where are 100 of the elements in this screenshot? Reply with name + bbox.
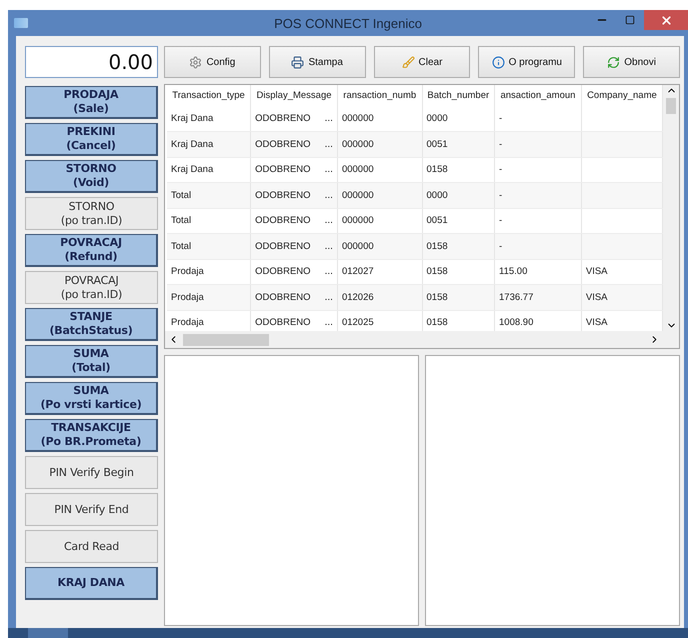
table-cell: - [499,240,502,252]
table-cell: 000000 [342,113,374,124]
table-row[interactable]: Kraj Dana ODOBRENO ... 000000 0158 - [167,157,662,182]
table-cell: Kraj Dana [171,138,214,150]
column-header[interactable]: Company_name [581,85,662,106]
action-button[interactable]: STORNO (Void) [25,160,158,193]
scroll-thumb[interactable] [666,98,676,114]
table-row[interactable]: Prodaja ODOBRENO ... 012027 0158 115.00 VISA [167,259,662,284]
table-cell: VISA [586,266,608,278]
table-cell: ODOBRENO [255,138,311,150]
table-row[interactable]: Total ODOBRENO ... 000000 0051 - [167,208,662,234]
table-row[interactable]: Prodaja ODOBRENO ... 012025 0158 1008.90 VISA [167,310,662,331]
action-button[interactable]: PRODAJA (Sale) [25,86,158,119]
table-cell: ODOBRENO [255,292,311,303]
table-cell: 0158 [426,240,448,252]
table-cell: 0158 [426,164,448,176]
table-cell: ODOBRENO [255,113,311,124]
details-button[interactable]: ... [324,317,333,328]
table-cell: 012026 [342,292,374,303]
table-cell: 0000 [426,190,448,201]
details-button[interactable]: ... [324,164,333,176]
table-cell: ODOBRENO [255,190,311,201]
table-cell: 0051 [426,138,448,150]
maximize-icon [625,15,635,25]
table-cell: 115.00 [499,266,528,278]
details-button[interactable]: ... [324,190,333,201]
table-cell: VISA [586,317,608,328]
table-cell: 0000 [426,113,448,124]
window-title: POS CONNECT Ingenico [273,16,423,30]
details-button[interactable]: ... [324,138,333,150]
table-cell: Total [171,240,192,252]
table-cell: - [499,164,502,176]
toolbar-button[interactable]: Stampa [268,46,366,78]
action-button[interactable]: PREKINI (Cancel) [25,123,158,156]
action-button[interactable]: PIN Verify Begin [25,456,158,489]
toolbar-button[interactable]: Clear [374,46,470,78]
details-button[interactable]: ... [324,215,333,226]
table-row[interactable]: Kraj Dana ODOBRENO ... 000000 0000 - [167,106,662,132]
table-cell: VISA [586,292,608,303]
table-cell: 012025 [342,317,374,328]
gear-icon [189,56,202,68]
close-icon [660,14,672,26]
table-cell: - [499,113,502,124]
action-button[interactable]: SUMA (Po vrsti kartice) [25,382,158,415]
column-header[interactable]: Display_Message [250,85,338,106]
toolbar-button[interactable]: O programu [478,46,576,78]
details-button[interactable]: ... [324,240,333,252]
table-cell: Kraj Dana [171,113,214,124]
action-button[interactable]: TRANSAKCIJE (Po BR.Prometa) [25,419,158,452]
table-cell: - [499,138,502,150]
table-cell: 1736.77 [499,292,534,303]
action-button[interactable]: Card Read [25,530,158,563]
table-cell: Kraj Dana [171,164,214,176]
table-cell: Prodaja [171,292,204,303]
table-cell: 0158 [426,292,448,303]
details-button[interactable]: ... [324,266,333,278]
action-button[interactable]: POVRACAJ (Refund) [25,234,158,267]
table-row[interactable]: Total ODOBRENO ... 000000 0000 - [167,182,662,208]
table-cell: - [499,190,502,201]
table-cell: 012027 [342,266,374,278]
table-cell: 000000 [342,190,374,201]
column-header[interactable]: ansaction_amoun [494,85,582,106]
table-cell: 0158 [426,317,448,328]
scroll-thumb[interactable] [183,334,269,346]
toolbar-button[interactable]: Config [164,46,261,78]
table-cell: ODOBRENO [255,164,311,176]
table-cell: ODOBRENO [255,317,311,328]
table-cell: ODOBRENO [255,215,311,226]
amount-field[interactable]: 0.00 [25,46,158,78]
details-button[interactable]: ... [324,113,333,124]
info-icon [492,56,505,68]
action-button[interactable]: KRAJ DANA [25,567,158,600]
table-cell: Prodaja [171,266,204,278]
action-button[interactable]: STORNO (po tran.ID) [25,197,158,230]
table-row[interactable]: Prodaja ODOBRENO ... 012026 0158 1736.77 VISA [167,284,662,310]
table-cell: ODOBRENO [255,240,311,252]
table-cell: 000000 [342,240,374,252]
table-row[interactable]: Kraj Dana ODOBRENO ... 000000 0051 - [167,132,662,157]
table-cell: 000000 [342,164,374,176]
action-button[interactable]: POVRACAJ (po tran.ID) [25,271,158,304]
column-header[interactable]: ransaction_numb [337,85,422,106]
close-button[interactable] [644,10,688,30]
toolbar-button[interactable]: Obnovi [583,46,680,78]
brush-icon [402,56,415,68]
table-cell: 000000 [342,215,374,226]
column-header[interactable]: Batch_number [422,85,495,106]
table-cell: 000000 [342,138,374,150]
table-cell: ODOBRENO [255,266,311,278]
refresh-icon [607,56,620,68]
action-button[interactable]: STANJE (BatchStatus) [25,308,158,341]
action-button[interactable]: PIN Verify End [25,493,158,526]
printer-icon [291,56,304,68]
table-cell: Total [171,215,192,226]
table-cell: 0158 [426,266,448,278]
details-button[interactable]: ... [324,292,333,303]
table-cell: 1008.90 [499,317,534,328]
app-icon [14,18,28,28]
table-cell: - [499,215,502,226]
action-button[interactable]: SUMA (Total) [25,345,158,378]
table-row[interactable]: Total ODOBRENO ... 000000 0158 - [167,234,662,259]
